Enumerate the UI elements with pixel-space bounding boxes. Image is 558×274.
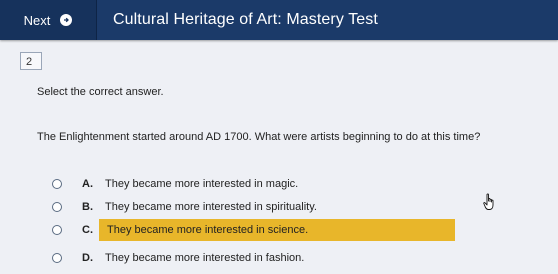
option-c[interactable]: C. They became more interested in scienc… bbox=[52, 218, 455, 241]
option-letter: A. bbox=[82, 177, 93, 190]
radio-button[interactable] bbox=[52, 224, 62, 235]
radio-button[interactable] bbox=[52, 201, 62, 212]
question-text: The Enlightenment started around AD 1700… bbox=[37, 131, 481, 143]
top-bar: Next Cultural Heritage of Art: Mastery T… bbox=[0, 0, 558, 40]
next-arrow-icon bbox=[60, 14, 73, 26]
option-letter: B. bbox=[82, 200, 93, 213]
next-button[interactable]: Next bbox=[0, 0, 97, 40]
radio-button[interactable] bbox=[52, 178, 62, 189]
instruction-text: Select the correct answer. bbox=[37, 86, 164, 98]
radio-button[interactable] bbox=[52, 252, 62, 263]
option-text: They became more interested in spiritual… bbox=[105, 200, 317, 213]
option-letter: D. bbox=[82, 251, 93, 264]
option-a[interactable]: A. They became more interested in magic. bbox=[52, 172, 298, 195]
option-d[interactable]: D. They became more interested in fashio… bbox=[52, 246, 304, 269]
page-title: Cultural Heritage of Art: Mastery Test bbox=[113, 11, 378, 28]
hand-pointer-icon bbox=[483, 193, 497, 216]
option-text: They became more interested in magic. bbox=[105, 177, 299, 190]
option-text: They became more interested in fashion. bbox=[105, 251, 305, 264]
question-number: 2 bbox=[20, 52, 42, 70]
option-b[interactable]: B. They became more interested in spirit… bbox=[52, 195, 317, 218]
next-label: Next bbox=[23, 12, 51, 28]
option-text: They became more interested in science. bbox=[99, 218, 455, 241]
